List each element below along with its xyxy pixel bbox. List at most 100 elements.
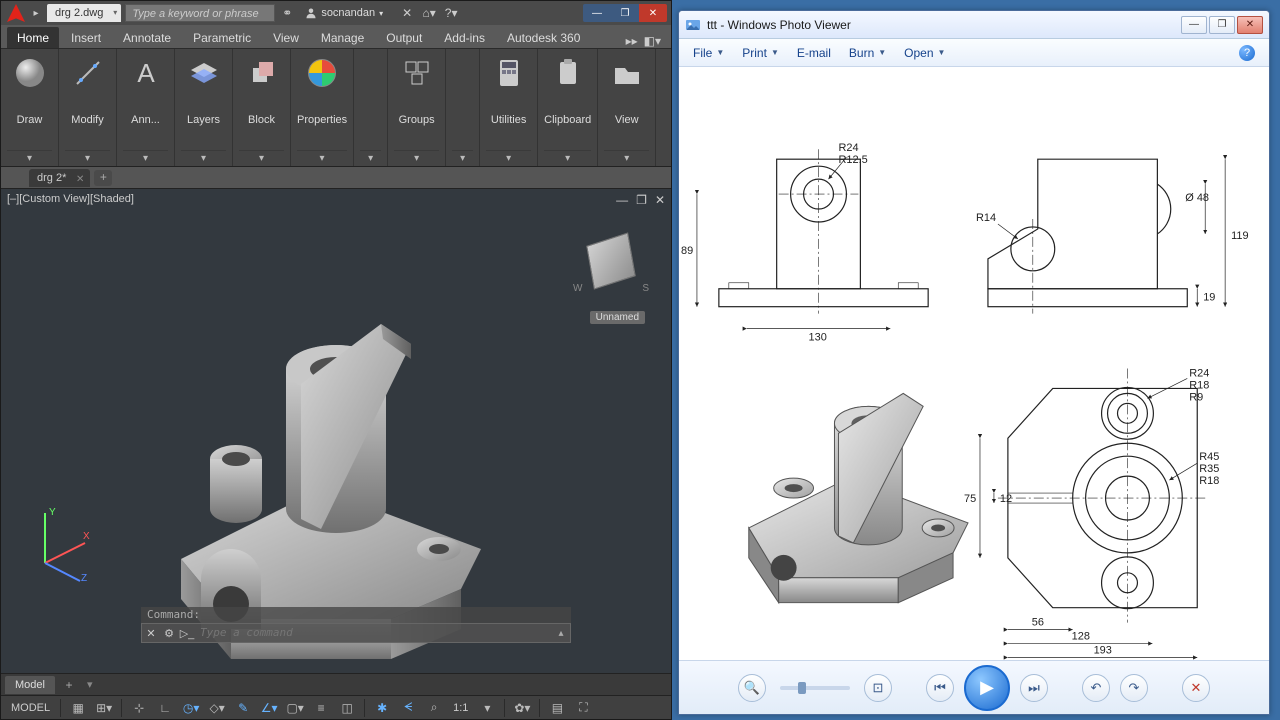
- wpv-delete-button[interactable]: ✕: [1182, 674, 1210, 702]
- panel-hidden-1[interactable]: ▾: [354, 49, 388, 166]
- ribbon-tab-output[interactable]: Output: [376, 27, 432, 48]
- new-doc-tab-button[interactable]: +: [94, 170, 112, 186]
- cmd-config-icon[interactable]: ⚙: [160, 627, 178, 640]
- wpv-close-button[interactable]: ✕: [1237, 16, 1263, 34]
- ribbon-tab-annotate[interactable]: Annotate: [113, 27, 181, 48]
- panel-clipboard[interactable]: Clipboard ▾: [538, 49, 598, 166]
- gear-icon[interactable]: ✿▾: [511, 698, 533, 718]
- ribbon-tab-insert[interactable]: Insert: [61, 27, 111, 48]
- ribbon-tab-a360[interactable]: Autodesk 360: [497, 27, 590, 48]
- engineering-drawing: .ln { stroke:#222; stroke-width:1.2; fil…: [679, 67, 1269, 660]
- ribbon-tab-view[interactable]: View: [263, 27, 309, 48]
- document-tabs: drg 2* ✕ +: [1, 167, 671, 189]
- viewport-label[interactable]: [–][Custom View][Shaded]: [7, 193, 134, 205]
- wpv-image-area[interactable]: .ln { stroke:#222; stroke-width:1.2; fil…: [679, 67, 1269, 660]
- panel-modify[interactable]: Modify ▾: [59, 49, 117, 166]
- vp-close-icon[interactable]: ✕: [655, 193, 665, 207]
- lwt-toggle[interactable]: ≡: [310, 698, 332, 718]
- wpv-menu-print[interactable]: Print▼: [742, 46, 779, 60]
- wpv-zoom-out-button[interactable]: 🔍: [738, 674, 766, 702]
- panel-utilities[interactable]: Utilities ▾: [480, 49, 538, 166]
- ribbon-tab-home[interactable]: Home: [7, 27, 59, 48]
- panel-groups[interactable]: Groups ▾: [388, 49, 446, 166]
- anno-toggle[interactable]: ⌕: [423, 698, 445, 718]
- stayconnected-icon[interactable]: ⌂▾: [421, 6, 437, 20]
- panel-hidden-2[interactable]: ▾: [446, 49, 480, 166]
- ribbon-collapse-icon[interactable]: ◧▾: [644, 34, 661, 48]
- wpv-next-button[interactable]: ⏭: [1020, 674, 1048, 702]
- osnap-toggle[interactable]: ✎: [232, 698, 254, 718]
- ribbon-tab-manage[interactable]: Manage: [311, 27, 374, 48]
- wpv-zoom-slider[interactable]: [780, 686, 850, 690]
- scale-drop-icon[interactable]: ▾: [476, 698, 498, 718]
- autocad-logo-icon[interactable]: [7, 4, 25, 22]
- maximize-button[interactable]: ❐: [611, 4, 639, 22]
- wpv-actual-size-button[interactable]: ⊡: [864, 674, 892, 702]
- wpv-menu-open[interactable]: Open▼: [904, 46, 945, 60]
- wpv-rotate-cw-button[interactable]: ↷: [1120, 674, 1148, 702]
- vp-minimize-icon[interactable]: —: [616, 193, 628, 207]
- help-search-input[interactable]: Type a keyword or phrase: [125, 4, 275, 22]
- cmd-close-icon[interactable]: ✕: [142, 627, 160, 640]
- wpv-maximize-button[interactable]: ❐: [1209, 16, 1235, 34]
- 2dosnap-toggle[interactable]: ▢▾: [284, 698, 306, 718]
- wpv-prev-button[interactable]: ⏮: [926, 674, 954, 702]
- snap-toggle[interactable]: ⊞▾: [93, 698, 115, 718]
- panel-properties[interactable]: Properties ▾: [291, 49, 354, 166]
- polar-toggle[interactable]: ◷▾: [180, 698, 202, 718]
- wpv-help-icon[interactable]: ?: [1239, 45, 1255, 61]
- svg-text:R35: R35: [1199, 463, 1219, 475]
- viewcube-compass[interactable]: W S: [573, 283, 649, 303]
- model-tab[interactable]: Model: [5, 676, 55, 694]
- current-file-tab[interactable]: drg 2.dwg: [47, 4, 121, 22]
- minimize-button[interactable]: —: [583, 4, 611, 22]
- panel-annotation[interactable]: A Ann... ▾: [117, 49, 175, 166]
- acad-titlebar: ▸ drg 2.dwg Type a keyword or phrase ⚭ s…: [1, 1, 671, 25]
- ribbon-tab-parametric[interactable]: Parametric: [183, 27, 261, 48]
- exchange-icon[interactable]: ✕: [399, 6, 415, 20]
- ribbon-tab-addins[interactable]: Add-ins: [434, 27, 495, 48]
- cleanscreen-icon[interactable]: ⛶: [572, 698, 594, 718]
- wpv-menu-burn[interactable]: Burn▼: [849, 46, 886, 60]
- navbar-unnamed-badge[interactable]: Unnamed: [590, 311, 645, 324]
- sc-toggle[interactable]: ✱: [371, 698, 393, 718]
- command-input[interactable]: [196, 624, 552, 642]
- panel-view[interactable]: View ▾: [598, 49, 656, 166]
- lookup-icon[interactable]: ⚭: [279, 6, 295, 20]
- ribbon-expander-icon[interactable]: ▸▸: [626, 34, 638, 48]
- panel-block[interactable]: Block ▾: [233, 49, 291, 166]
- scale-label[interactable]: 1:1: [449, 702, 472, 714]
- panel-draw[interactable]: Draw ▾: [1, 49, 59, 166]
- transparency-toggle[interactable]: ◫: [336, 698, 358, 718]
- customize-icon[interactable]: ▤: [546, 698, 568, 718]
- status-model-label[interactable]: MODEL: [7, 702, 54, 714]
- close-button[interactable]: ✕: [639, 4, 667, 22]
- qp-toggle[interactable]: ᗕ: [397, 698, 419, 718]
- layout-add-button[interactable]: +: [61, 678, 77, 692]
- wpv-menu-email[interactable]: E-mail: [797, 46, 831, 60]
- wpv-rotate-ccw-button[interactable]: ↶: [1082, 674, 1110, 702]
- panel-layers[interactable]: Layers ▾: [175, 49, 233, 166]
- cmd-recent-icon[interactable]: ▴: [552, 628, 570, 639]
- drawing-viewport[interactable]: [–][Custom View][Shaded] — ❐ ✕ W S Unnam…: [1, 189, 671, 673]
- grid-toggle[interactable]: ▦: [67, 698, 89, 718]
- qat-dropdown-icon[interactable]: ▸: [29, 6, 43, 20]
- panel-draw-drop[interactable]: ▾: [7, 150, 52, 166]
- viewcube-face[interactable]: [586, 232, 636, 289]
- viewcube[interactable]: W S: [571, 229, 651, 309]
- ortho-toggle[interactable]: ∟: [154, 698, 176, 718]
- vp-restore-icon[interactable]: ❐: [636, 193, 647, 207]
- svg-text:R12.5: R12.5: [838, 154, 867, 166]
- wpv-titlebar[interactable]: ttt - Windows Photo Viewer — ❐ ✕: [679, 11, 1269, 39]
- wpv-slideshow-button[interactable]: ▶: [964, 665, 1010, 711]
- doc-tab-close-icon[interactable]: ✕: [76, 171, 84, 189]
- infer-toggle[interactable]: ⊹: [128, 698, 150, 718]
- wpv-menu-file[interactable]: File▼: [693, 46, 724, 60]
- iso-toggle[interactable]: ◇▾: [206, 698, 228, 718]
- wpv-minimize-button[interactable]: —: [1181, 16, 1207, 34]
- signin-username: socnandan: [321, 7, 375, 19]
- help-icon[interactable]: ?▾: [443, 6, 459, 20]
- document-tab[interactable]: drg 2* ✕: [29, 169, 90, 187]
- otrack-toggle[interactable]: ∠▾: [258, 698, 280, 718]
- signin-menu[interactable]: socnandan ▾: [299, 4, 389, 22]
